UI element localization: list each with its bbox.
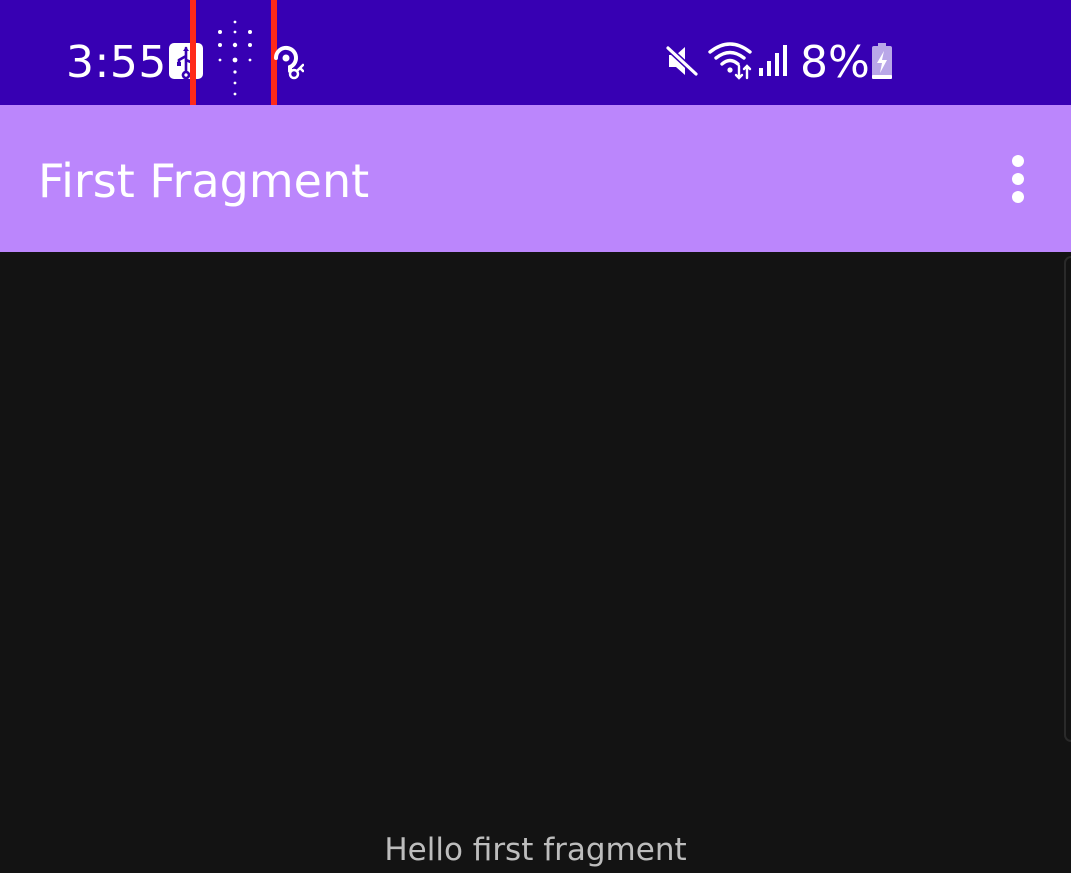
screen: 3:55 8% First Fragment Hello first fragm… (0, 0, 1071, 873)
status-bar: 3:55 8% (0, 0, 1071, 121)
status-clock: 3:55 (66, 37, 167, 88)
signal-icon (759, 45, 787, 76)
dots-grid-icon (218, 20, 252, 96)
mute-icon (665, 45, 699, 77)
overflow-menu-button[interactable] (994, 149, 1042, 209)
app-title: First Fragment (38, 154, 370, 208)
app-bar: First Fragment (0, 105, 1071, 252)
battery-charging-icon (872, 43, 892, 79)
wifi-icon (708, 42, 752, 80)
more-vert-icon (1012, 155, 1024, 203)
hello-message: Hello first fragment (384, 832, 687, 868)
edge-panel-handle[interactable] (1064, 256, 1071, 742)
fragment-content: Hello first fragment (0, 252, 1071, 873)
vpn-key-icon (273, 45, 304, 80)
battery-percent: 8% (800, 37, 870, 88)
usb-icon (169, 43, 203, 80)
